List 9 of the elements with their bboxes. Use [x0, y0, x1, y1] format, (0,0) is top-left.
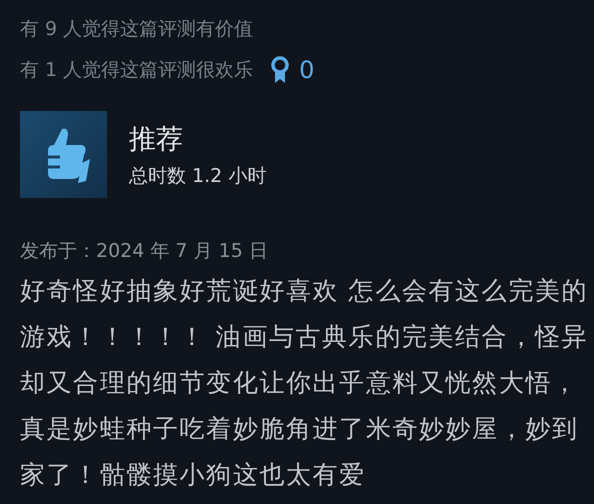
post-date: 发布于：2024 年 7 月 15 日 [20, 239, 269, 264]
helpful-count: 有 9 人觉得这篇评测有价值 [20, 16, 254, 42]
verdict-title: 推荐 [129, 122, 184, 156]
helpful-count: 有 1 人觉得这篇评测很欢乐 [20, 58, 254, 82]
award-count: 0 [299, 56, 314, 84]
playtime: 总时数 1.2 小时 [129, 164, 266, 188]
thumbs-up-icon [20, 111, 107, 198]
review-text: 好奇怪好抽象好荒诞好喜欢 怎么会有这么完美的游戏！！！！！ 油画与古典乐的完美结合，怪异却又合理的细节变化让你出乎意料又恍然大悟，真是妙蛙种子吃着妙脆角进了米奇妙妙屋，妙到家了！骷髅摸小狗这也太有爱 [20, 275, 590, 491]
award-icon [271, 56, 290, 84]
